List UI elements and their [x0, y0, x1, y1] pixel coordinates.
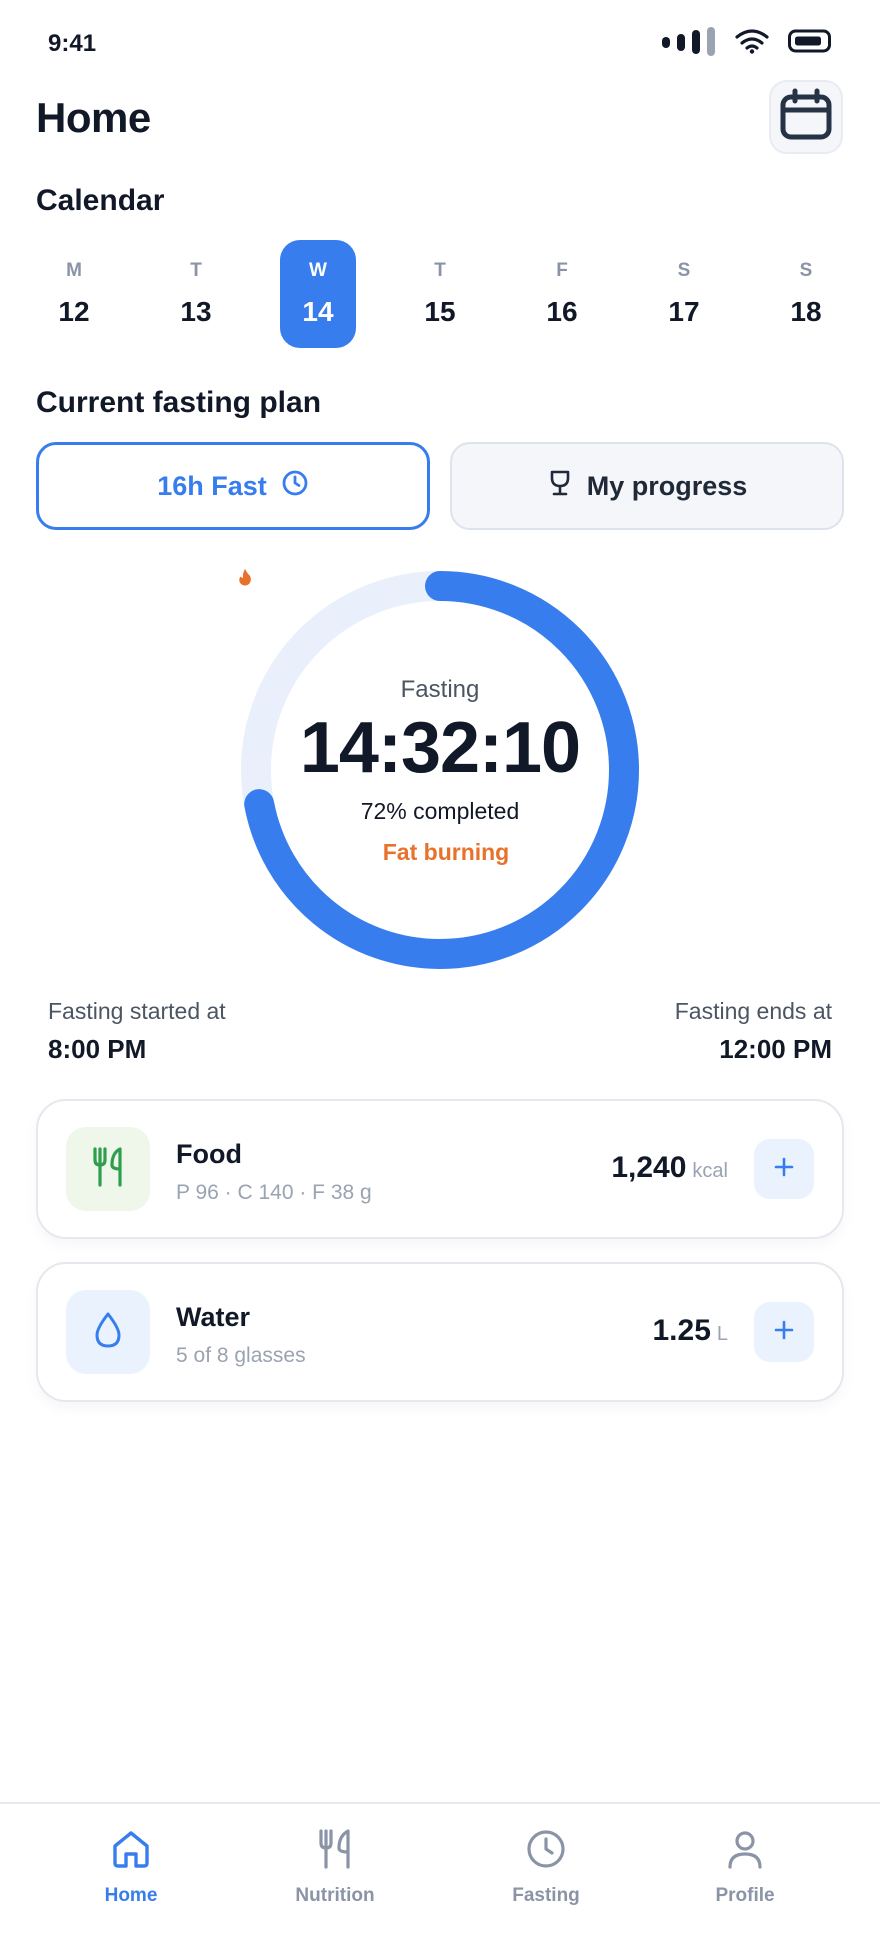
day-number: 14	[302, 296, 334, 327]
fasting-status-label: Fasting	[400, 676, 480, 703]
fasting-progress-ring: Fasting 14:32:10 72% completed Fat burni…	[238, 568, 642, 972]
calendar-title: Calendar	[36, 184, 165, 217]
fasting-phase: Fat burning	[239, 569, 510, 866]
nav-home[interactable]: Home	[61, 1828, 201, 1907]
day-number: 13	[180, 296, 212, 327]
fasting-percent: 72% completed	[360, 798, 520, 824]
water-title: Water	[176, 1302, 251, 1332]
water-card[interactable]: Water 5 of 8 glasses 1.25 L	[36, 1262, 844, 1402]
trophy-icon	[547, 469, 573, 504]
day-tuesday[interactable]: T 13	[158, 240, 234, 348]
water-glasses: 5 of 8 glasses	[176, 1344, 306, 1367]
page-title: Home	[36, 94, 151, 141]
status-icons	[660, 26, 832, 61]
food-calories-unit: kcal	[692, 1160, 728, 1182]
utensils-icon	[91, 1146, 125, 1192]
status-bar: 9:41	[0, 0, 880, 90]
day-monday[interactable]: M 12	[36, 240, 112, 348]
day-letter: F	[556, 260, 568, 281]
fasting-end-label: Fasting ends at	[674, 998, 832, 1024]
water-amount-value: 1.25	[652, 1314, 711, 1347]
day-letter: M	[66, 260, 82, 281]
nav-home-label: Home	[104, 1885, 158, 1906]
utensils-icon	[314, 1828, 356, 1875]
add-water-button[interactable]	[754, 1302, 814, 1362]
day-letter: T	[190, 260, 202, 281]
signal-icon	[660, 26, 716, 61]
fasting-start-label: Fasting started at	[48, 998, 226, 1024]
nav-fasting[interactable]: Fasting	[476, 1828, 616, 1907]
water-icon-box	[66, 1290, 150, 1374]
day-saturday[interactable]: S 17	[646, 240, 722, 348]
day-number: 12	[58, 296, 90, 327]
week-strip: M 12 T 13 W 14 T 15 F 16 S 17 S 18	[24, 240, 856, 350]
day-wednesday-selected[interactable]: W 14	[280, 240, 356, 348]
day-number: 15	[424, 296, 456, 327]
plus-icon	[773, 1156, 795, 1183]
nav-fasting-label: Fasting	[512, 1885, 580, 1906]
ring-center: Fasting 14:32:10 72% completed Fat burni…	[238, 568, 642, 972]
water-drop-icon	[93, 1311, 123, 1354]
fasting-phase-label: Fat burning	[382, 839, 510, 865]
fasting-start-time: 8:00 PM	[48, 1034, 147, 1064]
day-thursday[interactable]: T 15	[402, 240, 478, 348]
plus-icon	[773, 1319, 795, 1346]
fasting-end-time: 12:00 PM	[719, 1034, 832, 1064]
my-progress-label: My progress	[586, 470, 748, 501]
day-sunday[interactable]: S 18	[768, 240, 844, 348]
day-friday[interactable]: F 16	[524, 240, 600, 348]
wifi-icon	[734, 28, 770, 59]
food-icon-box	[66, 1127, 150, 1211]
user-icon	[724, 1828, 766, 1875]
food-title: Food	[176, 1139, 242, 1169]
food-card[interactable]: Food P 96 · C 140 · F 38 g 1,240 kcal	[36, 1099, 844, 1239]
my-progress-button[interactable]: My progress	[450, 442, 844, 530]
day-letter: W	[309, 260, 327, 281]
bottom-nav: Home Nutrition Fasting Profile	[0, 1802, 880, 1952]
clock-icon	[281, 469, 309, 504]
food-macros: P 96 · C 140 · F 38 g	[176, 1181, 372, 1204]
nav-nutrition[interactable]: Nutrition	[265, 1828, 405, 1907]
calendar-button[interactable]	[769, 80, 843, 154]
day-letter: S	[677, 260, 691, 281]
home-icon	[110, 1828, 152, 1875]
food-calories: 1,240 kcal	[611, 1151, 728, 1185]
water-amount: 1.25 L	[652, 1314, 728, 1348]
calendar-icon	[778, 87, 834, 148]
fast-plan-label: 16h Fast	[157, 470, 267, 501]
plan-title: Current fasting plan	[36, 386, 322, 419]
day-letter: S	[799, 260, 813, 281]
clock-icon	[525, 1828, 567, 1875]
add-food-button[interactable]	[754, 1139, 814, 1199]
fasting-timer: 14:32:10	[299, 708, 581, 788]
day-number: 17	[668, 296, 700, 327]
day-letter: T	[434, 260, 446, 281]
nav-profile-label: Profile	[715, 1885, 775, 1906]
status-time: 9:41	[48, 30, 97, 57]
water-amount-unit: L	[716, 1323, 728, 1345]
food-calories-value: 1,240	[611, 1151, 687, 1184]
nav-nutrition-label: Nutrition	[295, 1885, 375, 1906]
nav-profile[interactable]: Profile	[675, 1828, 815, 1907]
battery-icon	[788, 29, 832, 58]
fast-plan-button[interactable]: 16h Fast	[36, 442, 430, 530]
day-number: 18	[790, 296, 822, 327]
day-number: 16	[546, 296, 578, 327]
